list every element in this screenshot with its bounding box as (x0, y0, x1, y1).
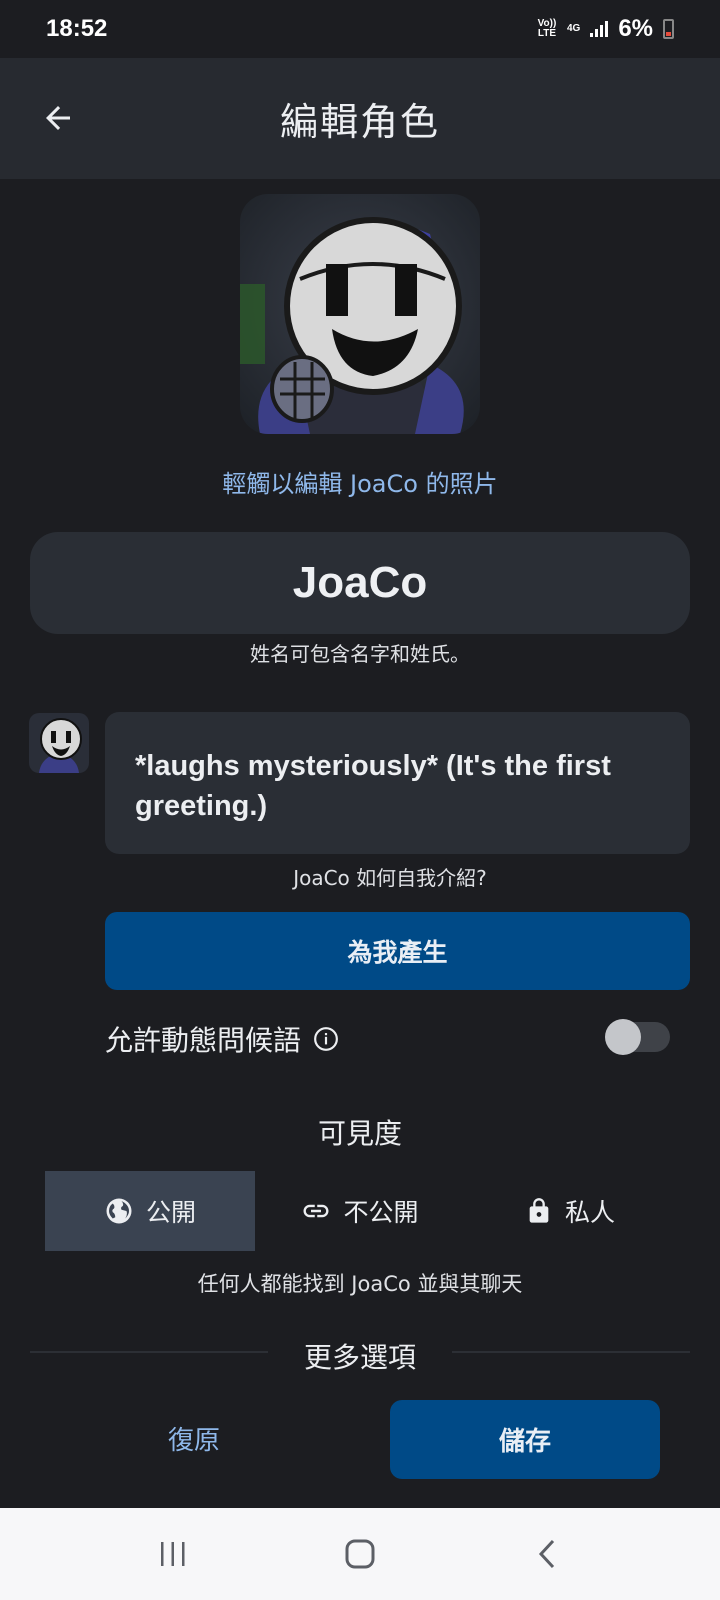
battery-percent: 6% (618, 15, 653, 42)
generate-greeting-button[interactable]: 為我產生 (105, 912, 690, 990)
battery-icon (663, 19, 674, 39)
character-photo[interactable] (240, 194, 480, 434)
home-icon (345, 1539, 375, 1569)
greeting-avatar (29, 713, 89, 773)
visibility-unlisted-tab[interactable]: 不公開 (255, 1171, 465, 1251)
recent-apps-button[interactable] (133, 1524, 213, 1584)
visibility-public-tab[interactable]: 公開 (45, 1171, 255, 1251)
chevron-left-icon (538, 1539, 554, 1569)
system-nav-bar (0, 1508, 720, 1600)
link-icon (303, 1204, 329, 1218)
back-button[interactable] (34, 94, 82, 142)
greeting-input[interactable]: *laughs mysteriously* (It's the first gr… (105, 712, 690, 854)
visibility-private-tab[interactable]: 私人 (465, 1171, 675, 1251)
system-back-button[interactable] (507, 1524, 587, 1584)
app-bar: 編輯角色 (0, 58, 720, 179)
visibility-title: 可見度 (317, 1117, 402, 1150)
toggle-knob (605, 1019, 641, 1055)
arrow-left-icon (46, 106, 70, 130)
dynamic-greetings-toggle[interactable] (605, 1019, 670, 1055)
info-icon[interactable] (313, 1026, 339, 1052)
signal-icon (590, 21, 609, 37)
network-indicator: 4G (566, 23, 581, 34)
restore-button[interactable]: 復原 (104, 1398, 284, 1478)
name-helper-text: 姓名可包含名字和姓氏。 (250, 642, 470, 666)
globe-icon (106, 1198, 132, 1224)
save-button[interactable]: 儲存 (390, 1400, 660, 1479)
visibility-helper-text: 任何人都能找到 JoaCo 並與其聊天 (197, 1272, 523, 1296)
character-avatar-thumbnail (29, 713, 89, 773)
visibility-public-label: 公開 (145, 1198, 196, 1227)
visibility-unlisted-label: 不公開 (343, 1198, 419, 1227)
dynamic-greetings-row: 允許動態問候語 (105, 1016, 339, 1062)
character-avatar-image (240, 194, 480, 434)
status-icons: Vo)) LTE 4G 6% (537, 15, 674, 43)
dynamic-greetings-label: 允許動態問候語 (105, 1024, 302, 1057)
page-title: 編輯角色 (279, 100, 440, 144)
status-bar: 18:52 Vo)) LTE 4G 6% (0, 0, 720, 58)
visibility-private-label: 私人 (564, 1198, 615, 1227)
status-time: 18:52 (46, 15, 108, 42)
lock-icon (529, 1198, 549, 1223)
volte-indicator: Vo)) LTE (537, 18, 557, 39)
home-button[interactable] (320, 1524, 400, 1584)
edit-photo-link[interactable]: 輕觸以編輯 JoaCo 的照片 (0, 464, 720, 499)
greeting-helper-text: JoaCo 如何自我介紹? (293, 866, 487, 890)
more-options-toggle[interactable]: 更多選項 (0, 1336, 720, 1376)
character-name-input[interactable] (30, 532, 690, 634)
visibility-selector: 公開 不公開 私人 (45, 1171, 675, 1251)
recent-apps-icon (161, 1542, 185, 1566)
